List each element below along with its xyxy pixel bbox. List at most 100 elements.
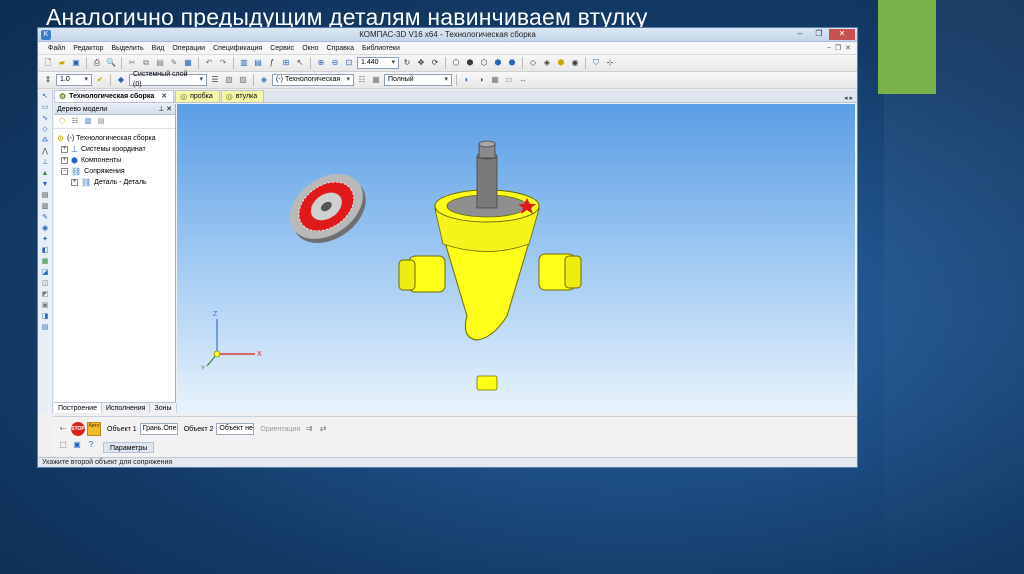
layer-combo[interactable]: Системный слой (0) <box>129 71 207 88</box>
section-icon[interactable]: ◈ <box>541 57 553 69</box>
parameters-tab[interactable]: Параметры <box>103 442 155 453</box>
orientation-same-icon[interactable]: ⇉ <box>303 423 315 435</box>
orient-settings-icon[interactable]: ☷ <box>356 74 368 86</box>
dimension-icon[interactable]: ↔ <box>517 74 529 86</box>
thin-lines-icon[interactable]: ⬡ <box>478 57 490 69</box>
plug-part[interactable] <box>278 161 379 257</box>
ruler-icon[interactable]: ▭ <box>503 74 515 86</box>
tree-filter-icon[interactable]: ▥ <box>83 117 93 127</box>
material-icon[interactable]: ◑ <box>475 74 487 86</box>
zoom-window-icon[interactable]: ⊡ <box>343 57 355 69</box>
panel-array-icon[interactable]: ⁂ <box>40 136 51 145</box>
color-icon[interactable]: ◐ <box>461 74 473 86</box>
tab-vtulka[interactable]: ◎ втулка <box>220 90 265 102</box>
library-icon[interactable]: ▤ <box>252 57 264 69</box>
menu-select[interactable]: Выделить <box>107 45 147 52</box>
step-combo[interactable]: 1.0 <box>56 74 92 86</box>
pin-icon[interactable]: ⊥ ✕ <box>158 104 172 115</box>
panel-edit-icon[interactable]: ✎ <box>40 213 51 222</box>
expand-icon[interactable]: + <box>61 146 68 153</box>
display-mode-icon[interactable]: ▦ <box>370 74 382 86</box>
refresh-icon[interactable]: ↻ <box>401 57 413 69</box>
manager-icon[interactable]: ▥ <box>238 57 250 69</box>
menu-help[interactable]: Справка <box>323 45 358 52</box>
doc-close-icon[interactable]: ✕ <box>845 44 851 52</box>
print-icon[interactable]: ⎙ <box>91 57 103 69</box>
stop-button[interactable]: STOP <box>71 422 85 436</box>
panel-library-icon[interactable]: ◧ <box>40 246 51 255</box>
expand-icon[interactable]: + <box>71 179 78 186</box>
orientation-opposite-icon[interactable]: ⇄ <box>317 423 329 435</box>
panel-spec-icon[interactable]: ▤ <box>40 191 51 200</box>
panel-weld-icon[interactable]: ◩ <box>40 290 51 299</box>
properties-icon[interactable]: ▦ <box>182 57 194 69</box>
menu-specification[interactable]: Спецификация <box>209 45 266 52</box>
panel-report-icon[interactable]: ▥ <box>40 202 51 211</box>
maximize-button[interactable]: ❐ <box>810 29 828 40</box>
pin-panel-icon[interactable]: ⇠ <box>57 423 69 435</box>
menu-window[interactable]: Окно <box>298 45 322 52</box>
expand-icon[interactable]: + <box>61 157 68 164</box>
snap-icon[interactable]: ⊹ <box>604 57 616 69</box>
tree-detail-icon[interactable]: ▤ <box>96 117 106 127</box>
panel-component-icon[interactable]: ◉ <box>40 224 51 233</box>
menu-operations[interactable]: Операции <box>168 45 209 52</box>
undo-icon[interactable]: ↶ <box>203 57 215 69</box>
valve-body-part[interactable] <box>398 140 582 391</box>
panel-filter-icon[interactable]: ▼ <box>40 180 51 189</box>
help-icon[interactable]: ? <box>85 439 97 451</box>
tab-construction[interactable]: Построение <box>54 403 102 413</box>
component-icon[interactable]: ⬢ <box>555 57 567 69</box>
layer-props-icon[interactable]: ▧ <box>223 74 235 86</box>
tree-item-mate-part[interactable]: + ⛓ Деталь - Деталь <box>57 177 175 188</box>
panel-design-icon[interactable]: ▤ <box>40 323 51 332</box>
redo-icon[interactable]: ↷ <box>217 57 229 69</box>
zoom-out-icon[interactable]: ⊖ <box>329 57 341 69</box>
panel-surface-icon[interactable]: ◇ <box>40 125 51 134</box>
library-small-icon[interactable]: ▣ <box>71 439 83 451</box>
perspective-icon[interactable]: ◇ <box>527 57 539 69</box>
menu-libraries[interactable]: Библиотеки <box>358 45 404 52</box>
doc-minimize-icon[interactable]: – <box>827 44 831 52</box>
new-file-icon[interactable]: 🗋 <box>42 57 54 69</box>
help-pointer-icon[interactable]: ↖ <box>294 57 306 69</box>
tree-item-assembly[interactable]: ⚙ (-) Технологическая сборка <box>57 133 175 144</box>
panel-pipe-icon[interactable]: ◫ <box>40 279 51 288</box>
tree-item-coord-systems[interactable]: + ⊥ Системы координат <box>57 144 175 155</box>
model-viewport[interactable]: Z X Y <box>177 104 855 413</box>
panel-frame-icon[interactable]: ▣ <box>40 301 51 310</box>
panel-measure-icon[interactable]: ▲ <box>40 169 51 178</box>
rotate-icon[interactable]: ⟳ <box>429 57 441 69</box>
format-icon[interactable]: ✎ <box>168 57 180 69</box>
tabs-scroll-icon[interactable]: ◂ ▸ <box>844 94 853 102</box>
doc-restore-icon[interactable]: ❐ <box>835 44 841 52</box>
variables-icon[interactable]: ƒ <box>266 57 278 69</box>
close-button[interactable]: ✕ <box>829 29 855 40</box>
tree-item-components[interactable]: + ⬢ Компоненты <box>57 155 175 166</box>
edit-component-icon[interactable]: ◉ <box>569 57 581 69</box>
pan-icon[interactable]: ✥ <box>415 57 427 69</box>
panel-curve-icon[interactable]: ∿ <box>40 114 51 123</box>
tab-assembly[interactable]: ⚙ Технологическая сборка ✕ <box>54 90 175 102</box>
shaded-edges-icon[interactable]: ⬣ <box>506 57 518 69</box>
save-icon[interactable]: ▣ <box>70 57 82 69</box>
panel-sketch-icon[interactable]: ▭ <box>40 103 51 112</box>
menu-view[interactable]: Вид <box>148 45 169 52</box>
grid-icon[interactable]: ▦ <box>489 74 501 86</box>
collapse-icon[interactable]: − <box>61 168 68 175</box>
orientation-combo[interactable]: (-) Технологическая <box>272 74 354 86</box>
minimize-button[interactable]: – <box>791 29 809 40</box>
tree-item-mates[interactable]: − ⛓ Сопряжения <box>57 166 175 177</box>
shaded-icon[interactable]: ⬢ <box>492 57 504 69</box>
tree-order-icon[interactable]: ⬡ <box>57 117 67 127</box>
camera-icon[interactable]: ⬚ <box>57 439 69 451</box>
panel-mate-icon[interactable]: ⊥ <box>40 158 51 167</box>
zoom-combo[interactable]: 1.440 <box>357 57 399 69</box>
display-mode-combo[interactable]: Полный <box>384 74 452 86</box>
cut-icon[interactable]: ✂ <box>126 57 138 69</box>
layer-settings-icon[interactable]: ☰ <box>209 74 221 86</box>
tab-zones[interactable]: Зоны <box>150 403 177 413</box>
paste-icon[interactable]: ▤ <box>154 57 166 69</box>
auto-create-button[interactable]: Авто <box>87 422 101 436</box>
panel-view-icon[interactable]: ◨ <box>40 312 51 321</box>
